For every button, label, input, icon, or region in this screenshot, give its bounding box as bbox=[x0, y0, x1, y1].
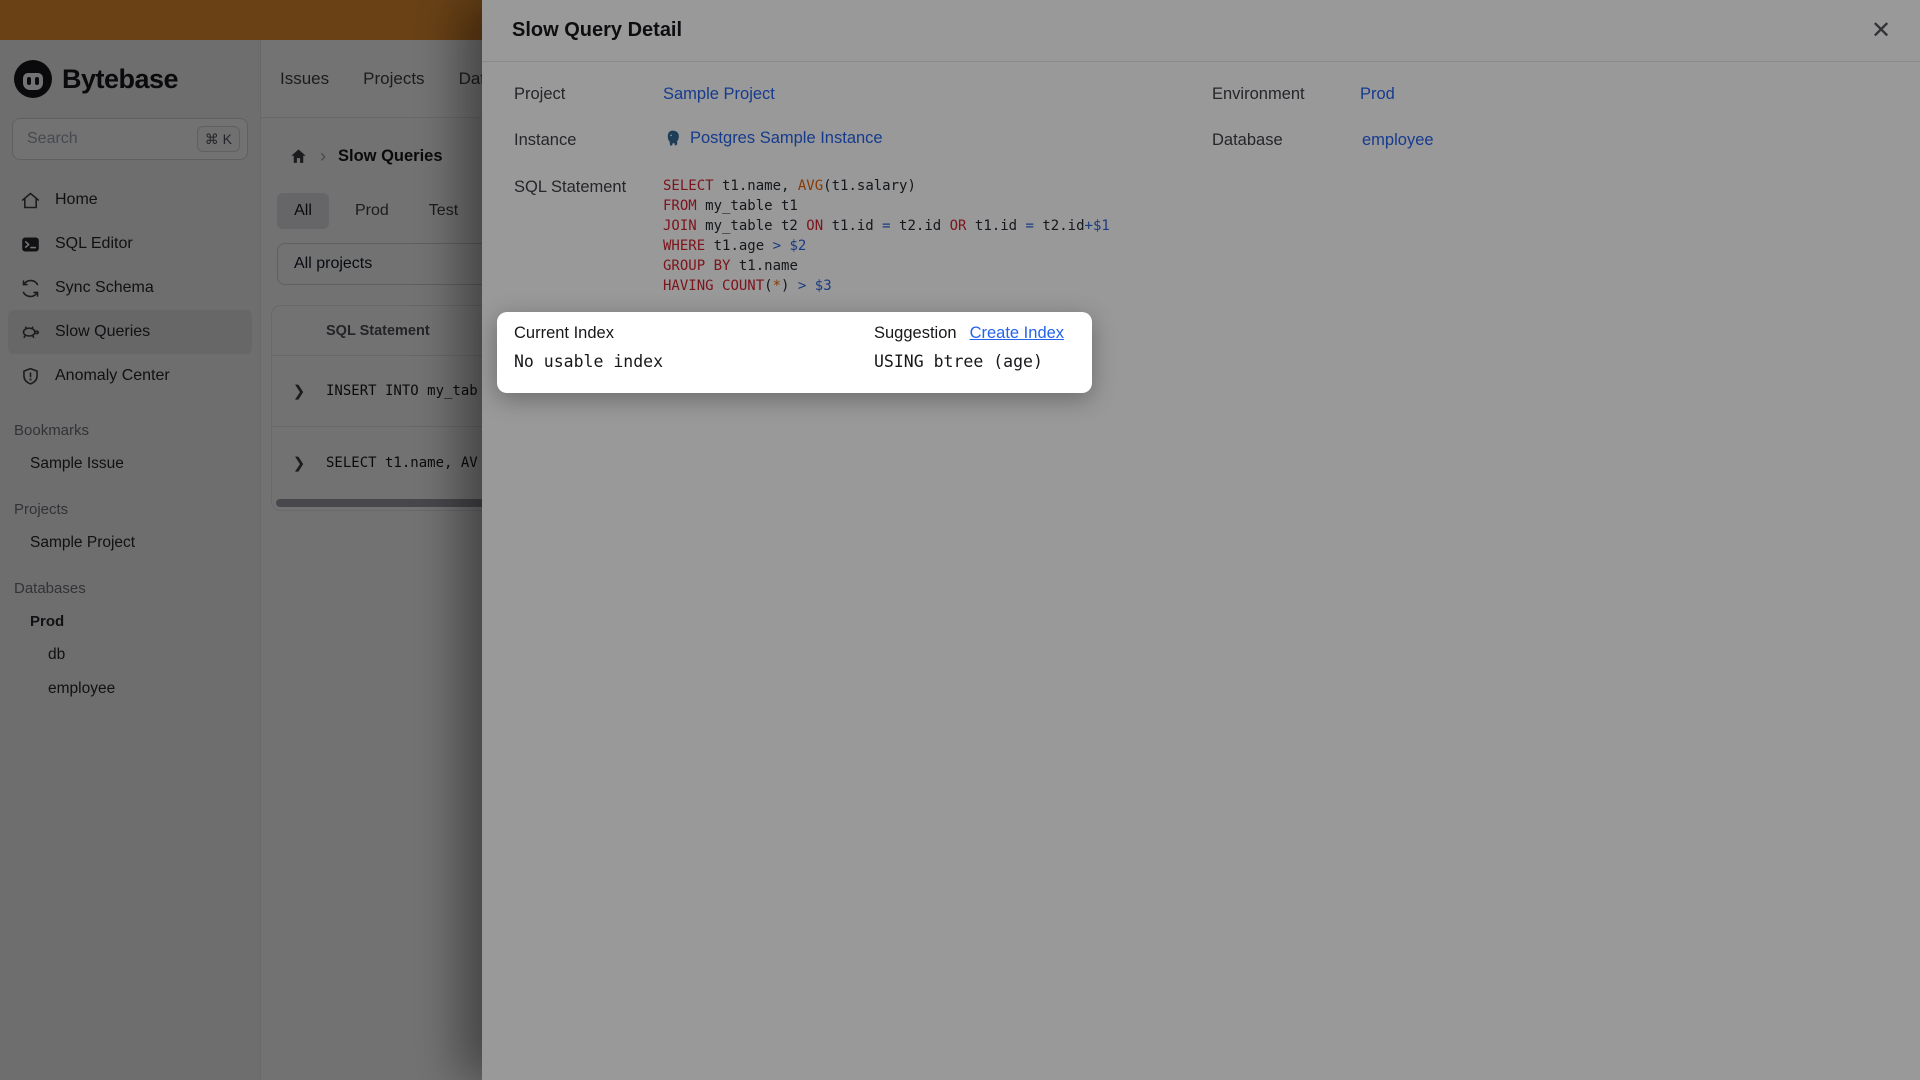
suggestion-value: USING btree (age) bbox=[874, 352, 1043, 371]
create-index-link[interactable]: Create Index bbox=[970, 324, 1064, 343]
spotlight-overlay bbox=[0, 0, 1920, 1080]
suggestion-label: Suggestion bbox=[874, 324, 957, 342]
index-suggestion-card: Current Index No usable index Suggestion… bbox=[497, 312, 1092, 393]
